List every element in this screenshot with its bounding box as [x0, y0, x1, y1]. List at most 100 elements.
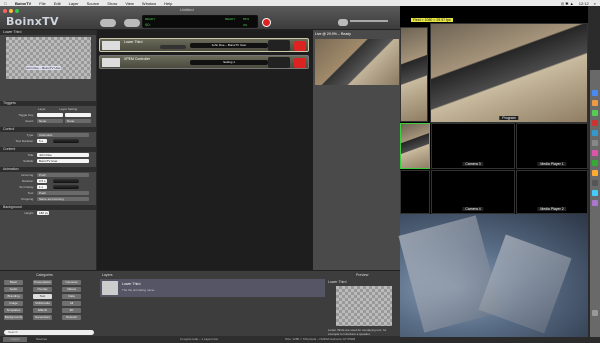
category-button[interactable]: Presentation	[33, 280, 52, 285]
desktop-wallpaper	[398, 214, 588, 337]
thumbnail-text: John Doe – BoinxTV User	[26, 66, 61, 70]
layer-opacity-slider[interactable]	[160, 45, 186, 49]
category-button[interactable]: Cameras	[62, 280, 81, 285]
app-icon[interactable]	[592, 100, 598, 106]
inspector-header: Lower Third	[0, 30, 96, 35]
menu-show[interactable]: Show	[107, 1, 117, 6]
category-button[interactable]: Basic	[4, 280, 23, 285]
app-icon[interactable]	[592, 130, 598, 136]
event-layer-popup[interactable]: None	[37, 119, 63, 123]
app-icon[interactable]	[592, 160, 598, 166]
title-label: Title:	[27, 153, 34, 157]
tab-sources[interactable]: Sources	[36, 337, 47, 341]
text-delay-field[interactable]: 1 s	[37, 185, 47, 189]
menu-help[interactable]: Help	[164, 1, 172, 6]
text-delay-slider[interactable]	[53, 185, 79, 189]
clock[interactable]: 12:12	[579, 1, 589, 6]
multiview-cell-media2: Media Player 2	[516, 170, 588, 214]
spotlight-icon[interactable]: ⌕	[594, 1, 596, 6]
category-button[interactable]: Audio	[4, 287, 23, 292]
app-icon[interactable]	[592, 140, 598, 146]
category-button[interactable]: 3D	[62, 308, 81, 313]
text-duration-field[interactable]: 5 s	[37, 139, 47, 143]
anim-duration-label: Duration:	[21, 179, 34, 183]
app-icon[interactable]	[592, 150, 598, 156]
layer-stop-button[interactable]	[294, 58, 306, 68]
layer-live-button[interactable]	[268, 40, 290, 51]
preview-description: Lower thirds are used for overlaying tex…	[328, 328, 387, 336]
category-button[interactable]: Network	[62, 315, 81, 320]
category-button[interactable]: Multimedia	[33, 301, 52, 306]
category-button[interactable]: Generators	[33, 315, 52, 320]
layer-setting-box[interactable]: John Doe – BoinxTV User	[190, 43, 268, 48]
status-bar: Layers Sources 2 Layers total – 1 Layers…	[0, 336, 400, 343]
zoom-slider[interactable]	[350, 20, 388, 22]
text-duration-slider[interactable]	[53, 139, 79, 143]
app-icon[interactable]	[592, 120, 598, 126]
subtitle-field[interactable]: BoinxTV User	[37, 159, 89, 163]
menu-window[interactable]: Window	[142, 1, 156, 6]
record-button[interactable]	[262, 18, 271, 27]
toggle-key-setting-field[interactable]	[65, 113, 91, 117]
layer-live-button[interactable]	[268, 57, 290, 68]
monitor-button[interactable]	[124, 19, 140, 27]
app-icon[interactable]	[592, 200, 598, 206]
category-button[interactable]: All	[62, 301, 81, 306]
height-field[interactable]: 180 px	[37, 211, 49, 215]
toggle-key-field[interactable]	[37, 113, 63, 117]
trash-icon[interactable]	[592, 310, 598, 316]
menu-edit[interactable]: Edit	[54, 1, 61, 6]
tab-layers[interactable]: Layers	[3, 337, 27, 342]
outgoing-popup[interactable]: Same as incoming	[37, 197, 89, 201]
fullscreen-button[interactable]	[338, 19, 348, 26]
status-meter: READY 00: READY 56% OK	[142, 15, 258, 28]
anim-duration-slider[interactable]	[53, 179, 79, 183]
category-button[interactable]: Videos	[62, 287, 81, 292]
layer-row-lower-third[interactable]: Lower Third John Doe – BoinxTV User	[99, 38, 309, 52]
camera-button[interactable]	[100, 19, 116, 27]
menu-source[interactable]: Source	[87, 1, 100, 6]
caption-camera3: Camera 3	[462, 162, 484, 166]
menu-view[interactable]: View	[125, 1, 134, 6]
app-icon[interactable]	[592, 190, 598, 196]
title-field[interactable]: John Doe	[37, 153, 89, 157]
menu-layer[interactable]: Layer	[69, 1, 79, 6]
category-button[interactable]: Templates	[4, 308, 23, 313]
close-window-icon[interactable]	[3, 9, 7, 13]
type-label: Type:	[26, 133, 34, 137]
status-icons[interactable]: ◎ ✱ ▲	[561, 1, 574, 6]
category-button[interactable]: Backgrounds	[4, 315, 23, 320]
category-button[interactable]: Data	[62, 294, 81, 299]
menu-file[interactable]: File	[39, 1, 45, 6]
search-input[interactable]: Search	[4, 330, 94, 335]
category-button[interactable]: Effects	[33, 308, 52, 313]
text-anim-popup[interactable]: Push	[37, 191, 89, 195]
finder-icon[interactable]	[592, 90, 598, 96]
anim-duration-field[interactable]: 0.5 s	[37, 179, 47, 183]
category-button[interactable]: Branding	[4, 294, 23, 299]
multiview-cell-camera1	[400, 27, 428, 122]
zoom-window-icon[interactable]	[15, 9, 19, 13]
app-icon[interactable]	[592, 180, 598, 186]
layer-row-xpem[interactable]: XPEM Controller Setting 1	[99, 55, 309, 69]
meter-percent: 56%	[243, 17, 250, 21]
layer-stop-button[interactable]	[294, 41, 306, 51]
app-menu[interactable]: BoinxTV	[15, 1, 31, 6]
layer-setting-box[interactable]: Setting 1	[190, 60, 268, 65]
meter-time: 00:	[145, 22, 151, 27]
type-popup[interactable]: Automatic	[37, 133, 89, 137]
category-button[interactable]: Overlay	[33, 287, 52, 292]
app-icon[interactable]	[592, 110, 598, 116]
library-item[interactable]: Lower Third The the animating name	[100, 279, 325, 297]
category-button[interactable]: Image	[4, 301, 23, 306]
minimize-window-icon[interactable]	[9, 9, 13, 13]
incoming-popup[interactable]: Push	[37, 173, 89, 177]
status-layers: 2 Layers total – 1 Layers live	[180, 337, 219, 341]
meter-ready-left: READY	[145, 17, 156, 21]
event-setting-popup[interactable]: None	[65, 119, 91, 123]
incoming-label: Incoming:	[20, 173, 34, 177]
library-item-thumbnail	[102, 281, 118, 295]
apple-icon[interactable]: 	[4, 1, 7, 6]
app-icon[interactable]	[592, 170, 598, 176]
category-button[interactable]: Text	[33, 294, 52, 299]
